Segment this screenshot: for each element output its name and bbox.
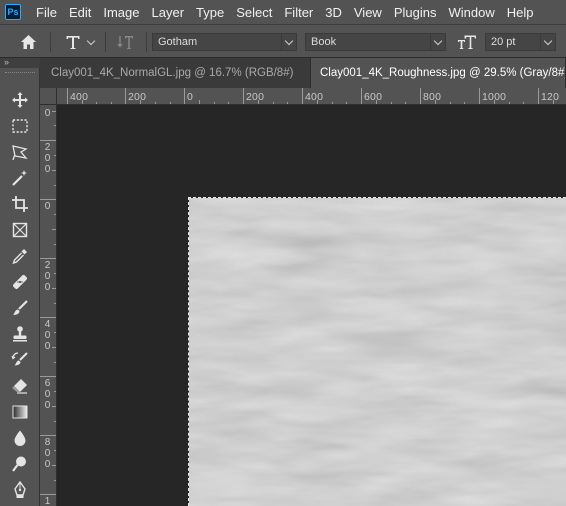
eraser-icon xyxy=(12,379,27,394)
eraser-tool[interactable] xyxy=(4,373,36,399)
move-icon xyxy=(12,92,28,108)
ruler-tick-label: 0 xyxy=(44,108,51,119)
options-bar: Gotham Book 20 pt xyxy=(0,24,566,58)
healing-brush-tool[interactable] xyxy=(4,269,36,295)
font-family-value: Gotham xyxy=(158,36,198,48)
ruler-tick-label: 1000 xyxy=(482,91,507,103)
ruler-tick-label: 200 xyxy=(128,91,147,103)
brush-icon xyxy=(13,300,28,315)
ruler-tick-label: 600 xyxy=(44,378,51,411)
rectangular-marquee-icon xyxy=(12,119,28,133)
menu-layer[interactable]: Layer xyxy=(146,0,191,24)
gradient-tool[interactable] xyxy=(4,399,36,425)
home-icon xyxy=(20,35,36,49)
frame-tool[interactable] xyxy=(4,217,36,243)
ruler-tick-label: 0 xyxy=(44,201,51,212)
menu-plugins[interactable]: Plugins xyxy=(388,0,443,24)
toggle-text-orientation-button[interactable] xyxy=(110,25,142,59)
ruler-tick-label: 400 xyxy=(305,91,324,103)
menu-3d[interactable]: 3D xyxy=(319,0,348,24)
menu-select[interactable]: Select xyxy=(230,0,278,24)
tab-label: Clay001_4K_NormalGL.jpg @ 16.7% (RGB/8#) xyxy=(51,67,294,79)
ruler-tick-label: 400 xyxy=(70,91,89,103)
pen-tool[interactable] xyxy=(4,477,36,503)
tools-panel: » xyxy=(0,58,40,506)
brush-tool[interactable] xyxy=(4,295,36,321)
font-style-select[interactable]: Book xyxy=(305,33,446,51)
eyedropper-tool[interactable] xyxy=(4,243,36,269)
eyedropper-icon xyxy=(12,249,27,265)
ruler-tick-label: 600 xyxy=(364,91,383,103)
collapse-panel-button[interactable]: » xyxy=(0,58,40,68)
magic-wand-tool[interactable] xyxy=(4,165,36,191)
type-tool-preset-button[interactable] xyxy=(58,25,100,59)
magic-wand-icon xyxy=(12,170,27,186)
clone-stamp-tool[interactable] xyxy=(4,321,36,347)
chevron-down-icon xyxy=(540,34,555,50)
photoshop-logo-icon[interactable]: Ps xyxy=(5,4,21,20)
crop-tool[interactable] xyxy=(4,191,36,217)
tab-label: Clay001_4K_Roughness.jpg @ 29.5% (Gray/8… xyxy=(320,67,566,79)
history-brush-icon xyxy=(11,352,28,366)
document-tab-bar: Clay001_4K_NormalGL.jpg @ 16.7% (RGB/8#)… xyxy=(40,58,566,88)
ruler-tick-label: 120 xyxy=(541,91,560,103)
vertical-ruler[interactable]: 0 200 0 200 400 600 800 1 xyxy=(40,105,57,506)
font-family-select[interactable]: Gotham xyxy=(152,33,297,51)
menu-image[interactable]: Image xyxy=(97,0,145,24)
clone-stamp-icon xyxy=(13,326,27,342)
menu-filter[interactable]: Filter xyxy=(278,0,319,24)
ruler-tick-label: 1 xyxy=(44,496,51,506)
ruler-tick-label: 800 xyxy=(44,437,51,470)
home-button[interactable] xyxy=(12,25,44,59)
ruler-origin[interactable] xyxy=(40,88,57,105)
document-canvas[interactable] xyxy=(188,197,566,506)
ruler-tick-label: 200 xyxy=(44,260,51,293)
text-orientation-icon xyxy=(117,36,133,49)
polygonal-lasso-icon xyxy=(12,145,28,161)
font-size-icon xyxy=(458,35,476,49)
font-size-select[interactable]: 20 pt xyxy=(485,33,556,51)
menu-bar: Ps File Edit Image Layer Type Select Fil… xyxy=(0,0,566,24)
ruler-tick-label: 200 xyxy=(246,91,265,103)
marquee-tool[interactable] xyxy=(4,113,36,139)
pen-icon xyxy=(14,481,26,498)
chevron-down-icon xyxy=(86,36,95,45)
dodge-icon xyxy=(12,456,26,472)
tab-roughness-document[interactable]: Clay001_4K_Roughness.jpg @ 29.5% (Gray/8… xyxy=(311,58,566,88)
font-size-label xyxy=(453,25,481,59)
chevron-down-icon xyxy=(281,34,296,50)
font-style-value: Book xyxy=(311,36,337,48)
gradient-icon xyxy=(12,405,28,419)
spot-healing-brush-icon xyxy=(13,275,27,289)
menu-view[interactable]: View xyxy=(348,0,388,24)
lasso-tool[interactable] xyxy=(4,139,36,165)
canvas-area[interactable] xyxy=(57,105,566,506)
ruler-tick-label: 400 xyxy=(44,319,51,352)
menu-edit[interactable]: Edit xyxy=(63,0,97,24)
panel-grip[interactable] xyxy=(5,72,35,74)
ruler-tick-label: 0 xyxy=(187,91,194,103)
ruler-tick-label: 800 xyxy=(423,91,442,103)
menu-help[interactable]: Help xyxy=(501,0,540,24)
dodge-tool[interactable] xyxy=(4,451,36,477)
history-brush-tool[interactable] xyxy=(4,347,36,373)
crop-icon xyxy=(12,196,28,212)
ruler-tick-label: 200 xyxy=(44,142,51,175)
blur-tool[interactable] xyxy=(4,425,36,451)
font-size-value: 20 pt xyxy=(491,36,516,48)
horizontal-ruler[interactable]: 400 200 0 200 400 600 800 1000 120 xyxy=(40,88,566,105)
horizontal-type-icon xyxy=(66,36,79,49)
blur-drop-icon xyxy=(14,430,26,446)
move-tool[interactable] xyxy=(4,87,36,113)
menu-file[interactable]: File xyxy=(30,0,63,24)
roughness-texture-image xyxy=(189,198,566,506)
tab-normalgl-document[interactable]: Clay001_4K_NormalGL.jpg @ 16.7% (RGB/8#) xyxy=(40,58,311,88)
frame-icon xyxy=(12,222,28,238)
menu-window[interactable]: Window xyxy=(442,0,500,24)
menu-type[interactable]: Type xyxy=(190,0,230,24)
chevron-down-icon xyxy=(430,34,445,50)
